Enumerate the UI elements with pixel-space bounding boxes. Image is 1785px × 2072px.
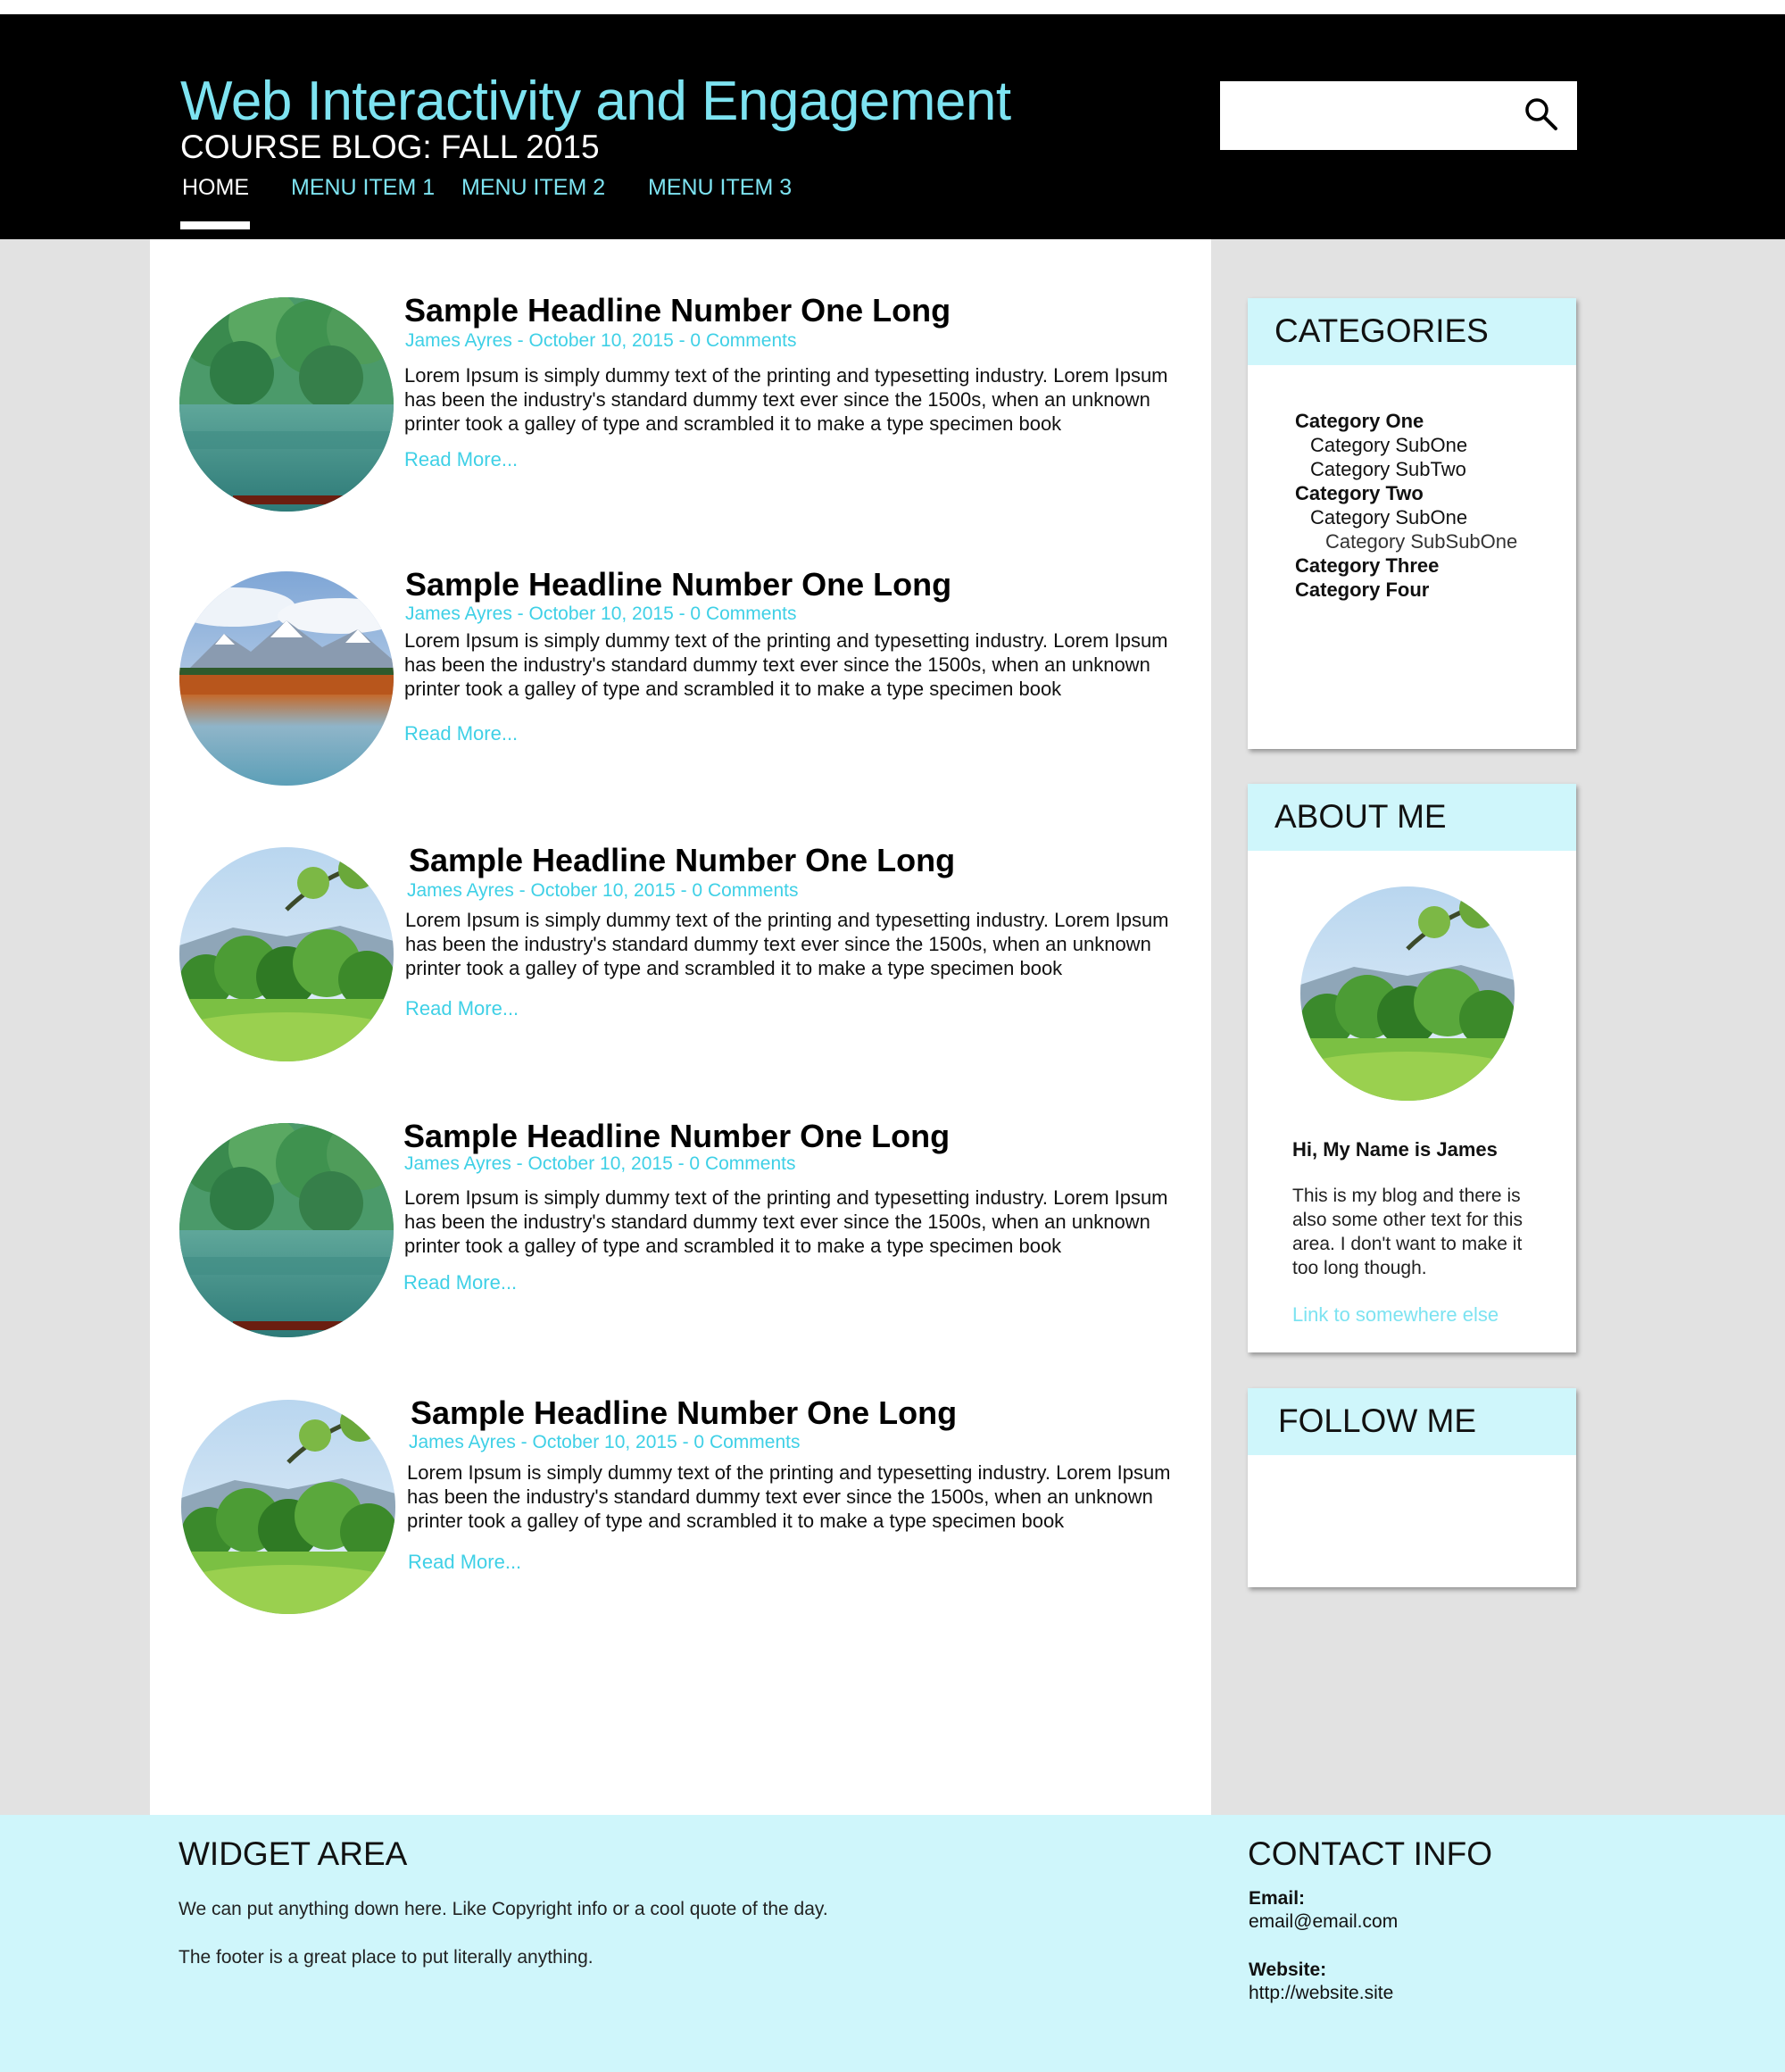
category-item[interactable]: Category One <box>1295 409 1517 433</box>
category-item[interactable]: Category SubTwo <box>1295 457 1517 481</box>
post-title[interactable]: Sample Headline Number One Long <box>404 292 951 329</box>
read-more-link[interactable]: Read More... <box>403 1271 517 1294</box>
post-excerpt: Lorem Ipsum is simply dummy text of the … <box>407 1461 1171 1532</box>
nav-item-menu-3[interactable]: MENU ITEM 3 <box>648 175 792 201</box>
post-thumbnail[interactable] <box>179 571 394 786</box>
blog-post: Sample Headline Number One Long James Ay… <box>150 292 1211 516</box>
green-meadow-image <box>1300 886 1515 1101</box>
post-thumbnail[interactable] <box>179 1123 394 1337</box>
category-item[interactable]: Category Four <box>1295 578 1517 602</box>
widget-title: FOLLOW ME <box>1278 1402 1477 1439</box>
nav-item-menu-2[interactable]: MENU ITEM 2 <box>461 175 605 201</box>
category-item[interactable]: Category SubOne <box>1295 433 1517 457</box>
nav-active-indicator <box>180 221 250 229</box>
post-thumbnail[interactable] <box>179 847 394 1061</box>
blog-post: Sample Headline Number One Long James Ay… <box>150 566 1211 790</box>
about-widget: ABOUT ME Hi, My Name is James This is my… <box>1248 784 1576 1352</box>
lake-forest-image <box>179 1123 394 1337</box>
contact-title: CONTACT INFO <box>1248 1835 1493 1872</box>
post-thumbnail[interactable] <box>179 297 394 512</box>
blog-post: Sample Headline Number One Long James Ay… <box>150 1394 1211 1618</box>
read-more-link[interactable]: Read More... <box>405 997 519 1020</box>
post-title[interactable]: Sample Headline Number One Long <box>403 1118 950 1155</box>
blog-post: Sample Headline Number One Long James Ay… <box>150 842 1211 1066</box>
post-title[interactable]: Sample Headline Number One Long <box>405 566 951 603</box>
footer-widget-text: We can put anything down here. Like Copy… <box>178 1899 828 1919</box>
blog-post: Sample Headline Number One Long James Ay… <box>150 1118 1211 1342</box>
post-meta[interactable]: James Ayres - October 10, 2015 - 0 Comme… <box>405 603 796 625</box>
lake-forest-image <box>179 297 394 512</box>
follow-widget: FOLLOW ME <box>1248 1388 1576 1587</box>
widget-header: CATEGORIES <box>1248 298 1576 365</box>
nav-item-home[interactable]: HOME <box>182 175 249 201</box>
email-link[interactable]: email@email.com <box>1249 1911 1398 1933</box>
search-icon[interactable] <box>1522 95 1561 134</box>
widget-header: FOLLOW ME <box>1248 1388 1576 1455</box>
post-title[interactable]: Sample Headline Number One Long <box>411 1394 957 1432</box>
category-item[interactable]: Category Three <box>1295 553 1517 578</box>
main-content: Sample Headline Number One Long James Ay… <box>150 239 1211 1815</box>
mountain-lake-image <box>179 571 394 786</box>
post-meta[interactable]: James Ayres - October 10, 2015 - 0 Comme… <box>405 330 796 352</box>
category-item[interactable]: Category SubSubOne <box>1295 529 1517 553</box>
post-excerpt: Lorem Ipsum is simply dummy text of the … <box>404 1186 1168 1257</box>
post-excerpt: Lorem Ipsum is simply dummy text of the … <box>405 909 1169 979</box>
footer-widget-title: WIDGET AREA <box>178 1835 408 1872</box>
site-title[interactable]: Web Interactivity and Engagement <box>180 70 1011 133</box>
nav-item-menu-1[interactable]: MENU ITEM 1 <box>291 175 435 201</box>
site-header: Web Interactivity and Engagement COURSE … <box>0 14 1785 239</box>
about-text: This is my blog and there is also some o… <box>1292 1186 1523 1278</box>
read-more-link[interactable]: Read More... <box>404 448 518 471</box>
widget-header: ABOUT ME <box>1248 784 1576 851</box>
website-link[interactable]: http://website.site <box>1249 1983 1393 2004</box>
category-list: Category One Category SubOne Category Su… <box>1295 409 1517 602</box>
green-meadow-image <box>179 847 394 1061</box>
site-footer: WIDGET AREA We can put anything down her… <box>0 1815 1785 2072</box>
top-strip <box>0 0 1785 14</box>
category-item[interactable]: Category Two <box>1295 481 1517 505</box>
email-label: Email: <box>1249 1888 1306 1909</box>
category-item[interactable]: Category SubOne <box>1295 505 1517 529</box>
post-excerpt: Lorem Ipsum is simply dummy text of the … <box>404 364 1168 435</box>
about-name: Hi, My Name is James <box>1292 1138 1498 1161</box>
read-more-link[interactable]: Read More... <box>404 722 518 745</box>
avatar <box>1300 886 1515 1101</box>
green-meadow-image <box>181 1400 395 1614</box>
post-meta[interactable]: James Ayres - October 10, 2015 - 0 Comme… <box>407 880 798 902</box>
footer-widget-text: The footer is a great place to put liter… <box>178 1947 594 1968</box>
post-excerpt: Lorem Ipsum is simply dummy text of the … <box>404 629 1168 700</box>
about-link[interactable]: Link to somewhere else <box>1292 1303 1499 1327</box>
search-input[interactable] <box>1220 81 1577 150</box>
post-meta[interactable]: James Ayres - October 10, 2015 - 0 Comme… <box>409 1432 800 1453</box>
post-title[interactable]: Sample Headline Number One Long <box>409 842 955 879</box>
widget-title: ABOUT ME <box>1274 798 1447 835</box>
post-thumbnail[interactable] <box>181 1400 395 1614</box>
site-subtitle: COURSE BLOG: FALL 2015 <box>180 129 600 165</box>
read-more-link[interactable]: Read More... <box>408 1551 521 1574</box>
post-meta[interactable]: James Ayres - October 10, 2015 - 0 Comme… <box>404 1153 795 1175</box>
widget-title: CATEGORIES <box>1274 312 1489 349</box>
categories-widget: CATEGORIES Category One Category SubOne … <box>1248 298 1576 749</box>
website-label: Website: <box>1249 1960 1327 1980</box>
